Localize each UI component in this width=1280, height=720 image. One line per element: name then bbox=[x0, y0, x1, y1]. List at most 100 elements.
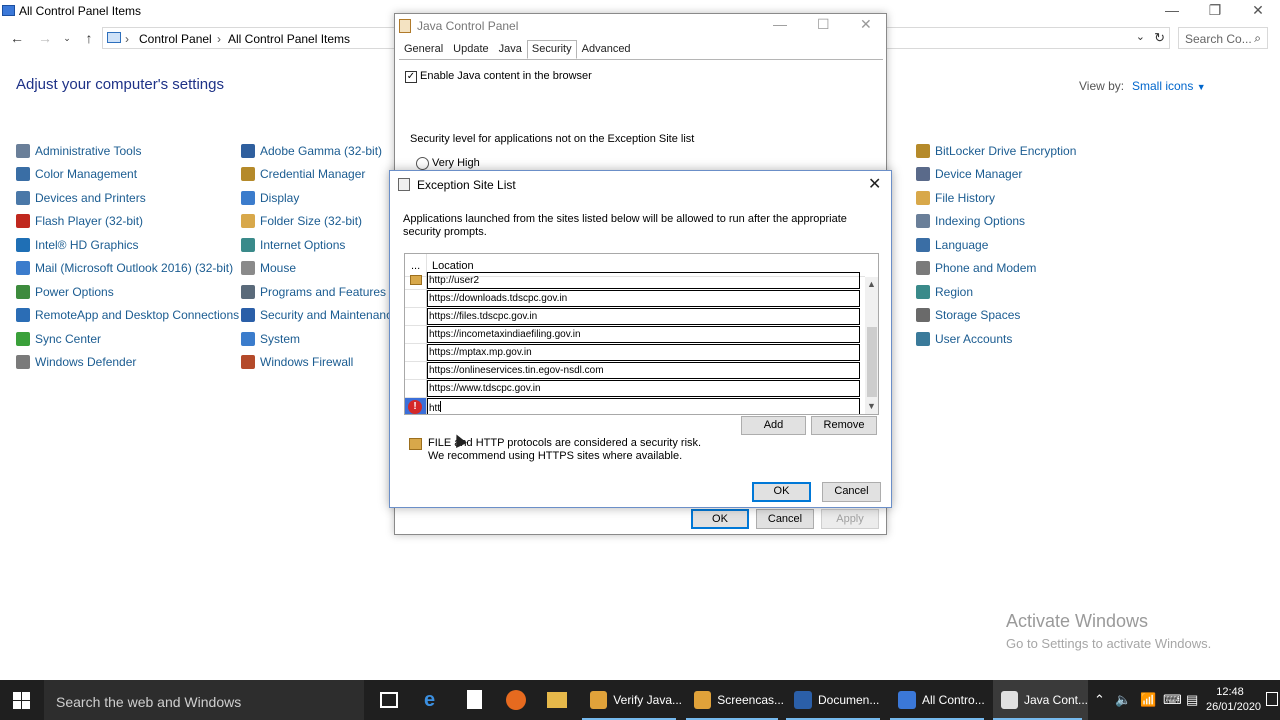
file-explorer-icon[interactable] bbox=[547, 692, 567, 708]
table-row[interactable]: https://incometaxindiaefiling.gov.in bbox=[405, 326, 865, 344]
taskbar-app-button[interactable]: Java Cont... bbox=[993, 680, 1088, 720]
control-panel-item[interactable]: File History bbox=[916, 186, 1076, 210]
control-panel-item[interactable]: Windows Defender bbox=[16, 351, 239, 375]
scroll-down-icon[interactable]: ▼ bbox=[867, 401, 876, 411]
site-location[interactable]: https://onlineservices.tin.egov-nsdl.com bbox=[427, 362, 860, 379]
add-button[interactable]: Add bbox=[741, 416, 806, 435]
table-row[interactable]: https://downloads.tdscpc.gov.in bbox=[405, 290, 865, 308]
vertical-scrollbar[interactable]: ▲ ▼ bbox=[865, 277, 878, 414]
control-panel-item[interactable]: Administrative Tools bbox=[16, 139, 239, 163]
tab-update[interactable]: Update bbox=[448, 40, 493, 59]
site-location[interactable]: http://user2 bbox=[427, 272, 860, 289]
breadcrumb-control-panel[interactable]: Control Panel bbox=[139, 32, 212, 46]
tab-advanced[interactable]: Advanced bbox=[577, 40, 636, 59]
control-panel-item[interactable]: Power Options bbox=[16, 280, 239, 304]
control-panel-item[interactable]: Folder Size (32-bit) bbox=[241, 210, 399, 234]
taskbar-app-button[interactable]: Verify Java... bbox=[582, 680, 682, 720]
column-header-location[interactable]: Location bbox=[432, 260, 474, 272]
table-row[interactable]: https://www.tdscpc.gov.in bbox=[405, 380, 865, 398]
table-row[interactable]: https://mptax.mp.gov.in bbox=[405, 344, 865, 362]
view-by-dropdown[interactable]: Small icons ▼ bbox=[1132, 79, 1206, 93]
chevron-down-icon[interactable]: ⌄ bbox=[1136, 30, 1145, 43]
taskbar-app-button[interactable]: All Contro... bbox=[890, 680, 990, 720]
control-panel-item[interactable]: Programs and Features bbox=[241, 280, 399, 304]
scroll-up-icon[interactable]: ▲ bbox=[867, 279, 876, 289]
edge-icon[interactable]: e bbox=[424, 690, 444, 710]
system-clock[interactable]: 12:48 26/01/2020 bbox=[1206, 685, 1261, 715]
control-panel-item[interactable]: Phone and Modem bbox=[916, 257, 1076, 281]
site-location[interactable]: https://incometaxindiaefiling.gov.in bbox=[427, 326, 860, 343]
firefox-icon[interactable] bbox=[506, 690, 526, 710]
enable-java-checkbox[interactable]: ✓ bbox=[405, 71, 417, 83]
close-button[interactable]: ✕ bbox=[860, 16, 872, 33]
control-panel-item[interactable]: Color Management bbox=[16, 163, 239, 187]
remove-button[interactable]: Remove bbox=[811, 416, 877, 435]
wifi-icon[interactable]: 📶 bbox=[1140, 692, 1156, 708]
task-view-icon[interactable] bbox=[380, 692, 398, 708]
control-panel-item[interactable]: Flash Player (32-bit) bbox=[16, 210, 239, 234]
notification-icon[interactable] bbox=[1266, 692, 1278, 706]
close-icon[interactable]: ✕ bbox=[868, 174, 881, 194]
control-panel-item[interactable]: Language bbox=[916, 233, 1076, 257]
volume-icon[interactable]: 🔈 bbox=[1115, 692, 1131, 708]
up-arrow-icon[interactable]: ↑ bbox=[79, 28, 99, 48]
control-panel-item[interactable]: Security and Maintenance bbox=[241, 304, 399, 328]
refresh-icon[interactable]: ↻ bbox=[1154, 30, 1165, 46]
search-input[interactable]: Search Co... ⌕ bbox=[1178, 27, 1268, 49]
tab-security[interactable]: Security bbox=[526, 40, 577, 59]
control-panel-item[interactable]: Storage Spaces bbox=[916, 304, 1076, 328]
java-apply-button[interactable]: Apply bbox=[821, 509, 879, 529]
minimize-button[interactable]: — bbox=[1150, 0, 1194, 22]
control-panel-item[interactable]: Intel® HD Graphics bbox=[16, 233, 239, 257]
very-high-radio[interactable] bbox=[416, 157, 429, 170]
control-panel-item[interactable]: Region bbox=[916, 280, 1076, 304]
control-panel-item[interactable]: Sync Center bbox=[16, 327, 239, 351]
control-panel-item[interactable]: Mouse bbox=[241, 257, 399, 281]
control-panel-item[interactable]: Credential Manager bbox=[241, 163, 399, 187]
site-location-input[interactable]: htt bbox=[427, 398, 860, 414]
taskbar-app-button[interactable]: Screencas... bbox=[686, 680, 784, 720]
table-row[interactable]: http://user2 bbox=[405, 272, 865, 290]
recent-locations-chevron-icon[interactable]: ⌄ bbox=[57, 28, 77, 48]
message-icon[interactable]: ▤ bbox=[1186, 692, 1198, 708]
scroll-thumb[interactable] bbox=[867, 327, 877, 397]
control-panel-item[interactable]: Internet Options bbox=[241, 233, 399, 257]
minimize-button[interactable]: — bbox=[773, 16, 787, 32]
control-panel-item[interactable]: Device Manager bbox=[916, 163, 1076, 187]
restore-button[interactable]: ❐ bbox=[1193, 0, 1237, 22]
taskbar-app-button[interactable]: Documen... bbox=[786, 680, 886, 720]
table-row-editing[interactable]: ! htt bbox=[405, 398, 865, 414]
chevron-up-icon[interactable]: ⌃ bbox=[1094, 692, 1105, 708]
java-ok-button[interactable]: OK bbox=[691, 509, 749, 529]
forward-arrow-icon[interactable]: → bbox=[35, 28, 55, 48]
tab-java[interactable]: Java bbox=[494, 40, 527, 59]
control-panel-item[interactable]: Display bbox=[241, 186, 399, 210]
start-windows-icon[interactable] bbox=[13, 692, 30, 709]
control-panel-item[interactable]: Windows Firewall bbox=[241, 351, 399, 375]
esl-cancel-button[interactable]: Cancel bbox=[822, 482, 881, 502]
table-row[interactable]: https://files.tdscpc.gov.in bbox=[405, 308, 865, 326]
site-location[interactable]: https://files.tdscpc.gov.in bbox=[427, 308, 860, 325]
esl-ok-button[interactable]: OK bbox=[752, 482, 811, 502]
maximize-button[interactable]: ☐ bbox=[817, 16, 830, 33]
site-location[interactable]: https://downloads.tdscpc.gov.in bbox=[427, 290, 860, 307]
control-panel-item[interactable]: Devices and Printers bbox=[16, 186, 239, 210]
close-button[interactable]: ✕ bbox=[1236, 0, 1280, 22]
control-panel-item[interactable]: BitLocker Drive Encryption bbox=[916, 139, 1076, 163]
control-panel-item[interactable]: Mail (Microsoft Outlook 2016) (32-bit) bbox=[16, 257, 239, 281]
control-panel-item[interactable]: Adobe Gamma (32-bit) bbox=[241, 139, 399, 163]
back-arrow-icon[interactable]: ← bbox=[7, 28, 27, 48]
control-panel-item[interactable]: System bbox=[241, 327, 399, 351]
network-icon[interactable]: ⌨ bbox=[1163, 692, 1182, 708]
tab-general[interactable]: General bbox=[399, 40, 448, 59]
control-panel-item[interactable]: Indexing Options bbox=[916, 210, 1076, 234]
control-panel-item[interactable]: RemoteApp and Desktop Connections bbox=[16, 304, 239, 328]
control-panel-item[interactable]: User Accounts bbox=[916, 327, 1076, 351]
breadcrumb-all-items[interactable]: All Control Panel Items bbox=[228, 32, 350, 46]
site-location[interactable]: https://mptax.mp.gov.in bbox=[427, 344, 860, 361]
file-icon[interactable] bbox=[467, 690, 482, 709]
site-location[interactable]: https://www.tdscpc.gov.in bbox=[427, 380, 860, 397]
java-cancel-button[interactable]: Cancel bbox=[756, 509, 814, 529]
taskbar-search-input[interactable]: Search the web and Windows bbox=[44, 680, 364, 720]
table-row[interactable]: https://onlineservices.tin.egov-nsdl.com bbox=[405, 362, 865, 380]
